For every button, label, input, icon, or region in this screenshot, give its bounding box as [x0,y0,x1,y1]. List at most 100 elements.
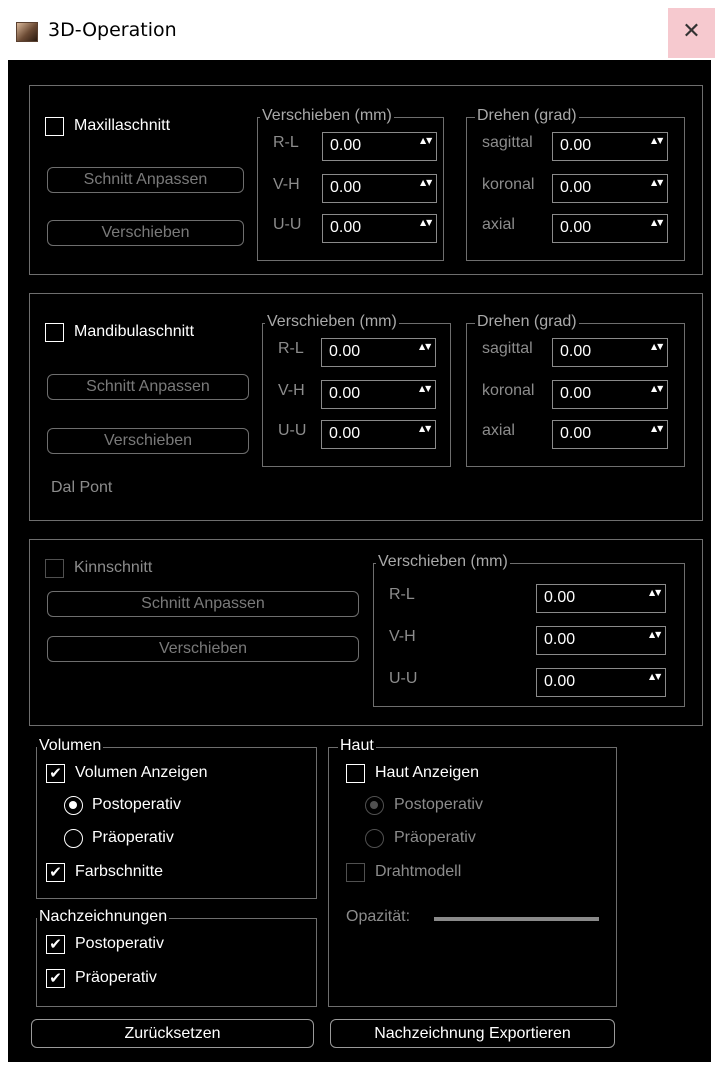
volumen-pre-label[interactable]: Präoperativ [92,829,174,847]
maxilla-move-rl-label: R-L [273,134,299,151]
volumen-group: Volumen ✔ Volumen Anzeigen Postoperativ … [36,737,317,899]
haut-wire-label[interactable]: Drahtmodell [375,863,461,881]
mandibula-move-uu-value: 0.00 [329,425,361,442]
mandibula-move-button[interactable]: Verschieben [47,428,249,454]
mandibula-checkbox-label[interactable]: Mandibulaschnitt [74,323,194,341]
mandibula-move-rl-label: R-L [278,340,304,357]
spin-arrows-icon[interactable]: ▲▼ [420,136,432,156]
maxilla-move-uu-label: U-U [273,216,302,233]
maxilla-rotate-sagittal-spinbox[interactable]: 0.00 ▲▼ [552,132,668,161]
kinn-move-uu-spinbox[interactable]: 0.00 ▲▼ [536,668,666,697]
mandibula-adjust-button[interactable]: Schnitt Anpassen [47,374,249,400]
maxilla-move-rl-spinbox[interactable]: 0.00 ▲▼ [322,132,437,161]
maxilla-rotate-axial-spinbox[interactable]: 0.00 ▲▼ [552,214,668,243]
spin-arrows-icon[interactable]: ▲▼ [651,136,663,156]
maxilla-checkbox-label[interactable]: Maxillaschnitt [74,117,170,135]
nachzeichnungen-group: Nachzeichnungen ✔ Postoperativ ✔ Präoper… [36,908,317,1007]
haut-post-label[interactable]: Postoperativ [394,796,483,814]
spin-arrows-icon[interactable]: ▲▼ [419,424,431,444]
window-frame-bottom [0,1062,715,1066]
kinn-checkbox[interactable] [45,559,64,578]
maxilla-checkbox[interactable] [45,117,64,136]
nachzeichnungen-post-checkbox[interactable]: ✔ [46,935,65,954]
kinn-move-uu-value: 0.00 [544,673,576,690]
volumen-post-radio[interactable] [64,796,83,815]
kinn-move-button[interactable]: Verschieben [47,636,359,662]
app-skull-icon [16,22,38,42]
mandibula-rotate-group: Drehen (grad) sagittal 0.00 ▲▼ koronal 0… [466,313,685,467]
mandibula-move-vh-spinbox[interactable]: 0.00 ▲▼ [321,380,436,409]
reset-button[interactable]: Zurücksetzen [31,1019,314,1048]
maxilla-adjust-button[interactable]: Schnitt Anpassen [47,167,244,193]
maxilla-move-button[interactable]: Verschieben [47,220,244,246]
window-frame-right [711,60,715,1066]
maxilla-rotate-sagittal-label: sagittal [482,134,533,151]
nachzeichnungen-post-label[interactable]: Postoperativ [75,935,164,953]
maxilla-move-vh-value: 0.00 [330,179,362,196]
maxilla-move-group-title: Verschieben (mm) [260,107,394,125]
maxilla-panel: Maxillaschnitt Schnitt Anpassen Verschie… [29,85,703,275]
mandibula-rotate-koronal-value: 0.00 [560,385,592,402]
haut-pre-label[interactable]: Präoperativ [394,829,476,847]
mandibula-rotate-axial-value: 0.00 [560,425,592,442]
kinn-move-uu-label: U-U [389,670,418,687]
mandibula-rotate-koronal-spinbox[interactable]: 0.00 ▲▼ [552,380,668,409]
spin-arrows-icon[interactable]: ▲▼ [649,672,661,692]
haut-show-checkbox[interactable] [346,764,365,783]
spin-arrows-icon[interactable]: ▲▼ [419,342,431,362]
volumen-show-checkbox[interactable]: ✔ [46,764,65,783]
spin-arrows-icon[interactable]: ▲▼ [419,384,431,404]
kinn-move-vh-spinbox[interactable]: 0.00 ▲▼ [536,626,666,655]
haut-post-radio[interactable] [365,796,384,815]
mandibula-move-rl-spinbox[interactable]: 0.00 ▲▼ [321,338,436,367]
kinn-adjust-button[interactable]: Schnitt Anpassen [47,591,359,617]
window-frame-left [0,60,8,1066]
check-icon: ✔ [49,863,62,881]
haut-show-label[interactable]: Haut Anzeigen [375,764,479,782]
volumen-post-label[interactable]: Postoperativ [92,796,181,814]
volumen-color-label[interactable]: Farbschnitte [75,863,163,881]
check-icon: ✔ [49,969,62,987]
maxilla-move-group: Verschieben (mm) R-L 0.00 ▲▼ V-H 0.00 ▲▼… [257,107,444,261]
haut-opacity-slider[interactable] [434,917,599,921]
nachzeichnungen-pre-checkbox[interactable]: ✔ [46,969,65,988]
kinn-checkbox-label[interactable]: Kinnschnitt [74,559,152,577]
maxilla-move-vh-spinbox[interactable]: 0.00 ▲▼ [322,174,437,203]
haut-group-title: Haut [338,737,376,755]
spin-arrows-icon[interactable]: ▲▼ [651,384,663,404]
mandibula-move-uu-spinbox[interactable]: 0.00 ▲▼ [321,420,436,449]
nachzeichnungen-group-title: Nachzeichnungen [37,908,170,926]
maxilla-rotate-group-title: Drehen (grad) [475,107,579,125]
mandibula-checkbox[interactable] [45,323,64,342]
close-button[interactable]: ✕ [668,8,715,58]
volumen-group-title: Volumen [37,737,104,755]
maxilla-rotate-koronal-value: 0.00 [560,179,592,196]
volumen-color-checkbox[interactable]: ✔ [46,863,65,882]
maxilla-rotate-koronal-spinbox[interactable]: 0.00 ▲▼ [552,174,668,203]
mandibula-move-group-title: Verschieben (mm) [265,313,399,331]
nachzeichnungen-pre-label[interactable]: Präoperativ [75,969,157,987]
kinn-move-rl-value: 0.00 [544,589,576,606]
spin-arrows-icon[interactable]: ▲▼ [649,588,661,608]
haut-wire-checkbox[interactable] [346,863,365,882]
spin-arrows-icon[interactable]: ▲▼ [651,342,663,362]
haut-pre-radio[interactable] [365,829,384,848]
kinn-move-vh-label: V-H [389,628,416,645]
volumen-show-label[interactable]: Volumen Anzeigen [75,764,208,782]
spin-arrows-icon[interactable]: ▲▼ [420,218,432,238]
volumen-pre-radio[interactable] [64,829,83,848]
spin-arrows-icon[interactable]: ▲▼ [651,424,663,444]
mandibula-move-uu-label: U-U [278,422,307,439]
spin-arrows-icon[interactable]: ▲▼ [649,630,661,650]
mandibula-rotate-sagittal-spinbox[interactable]: 0.00 ▲▼ [552,338,668,367]
kinn-move-rl-spinbox[interactable]: 0.00 ▲▼ [536,584,666,613]
spin-arrows-icon[interactable]: ▲▼ [651,178,663,198]
mandibula-rotate-axial-spinbox[interactable]: 0.00 ▲▼ [552,420,668,449]
radio-dot-icon [69,801,77,809]
export-tracing-button[interactable]: Nachzeichnung Exportieren [330,1019,615,1048]
radio-dot-icon [370,801,378,809]
maxilla-move-uu-spinbox[interactable]: 0.00 ▲▼ [322,214,437,243]
spin-arrows-icon[interactable]: ▲▼ [651,218,663,238]
mandibula-move-vh-label: V-H [278,382,305,399]
spin-arrows-icon[interactable]: ▲▼ [420,178,432,198]
